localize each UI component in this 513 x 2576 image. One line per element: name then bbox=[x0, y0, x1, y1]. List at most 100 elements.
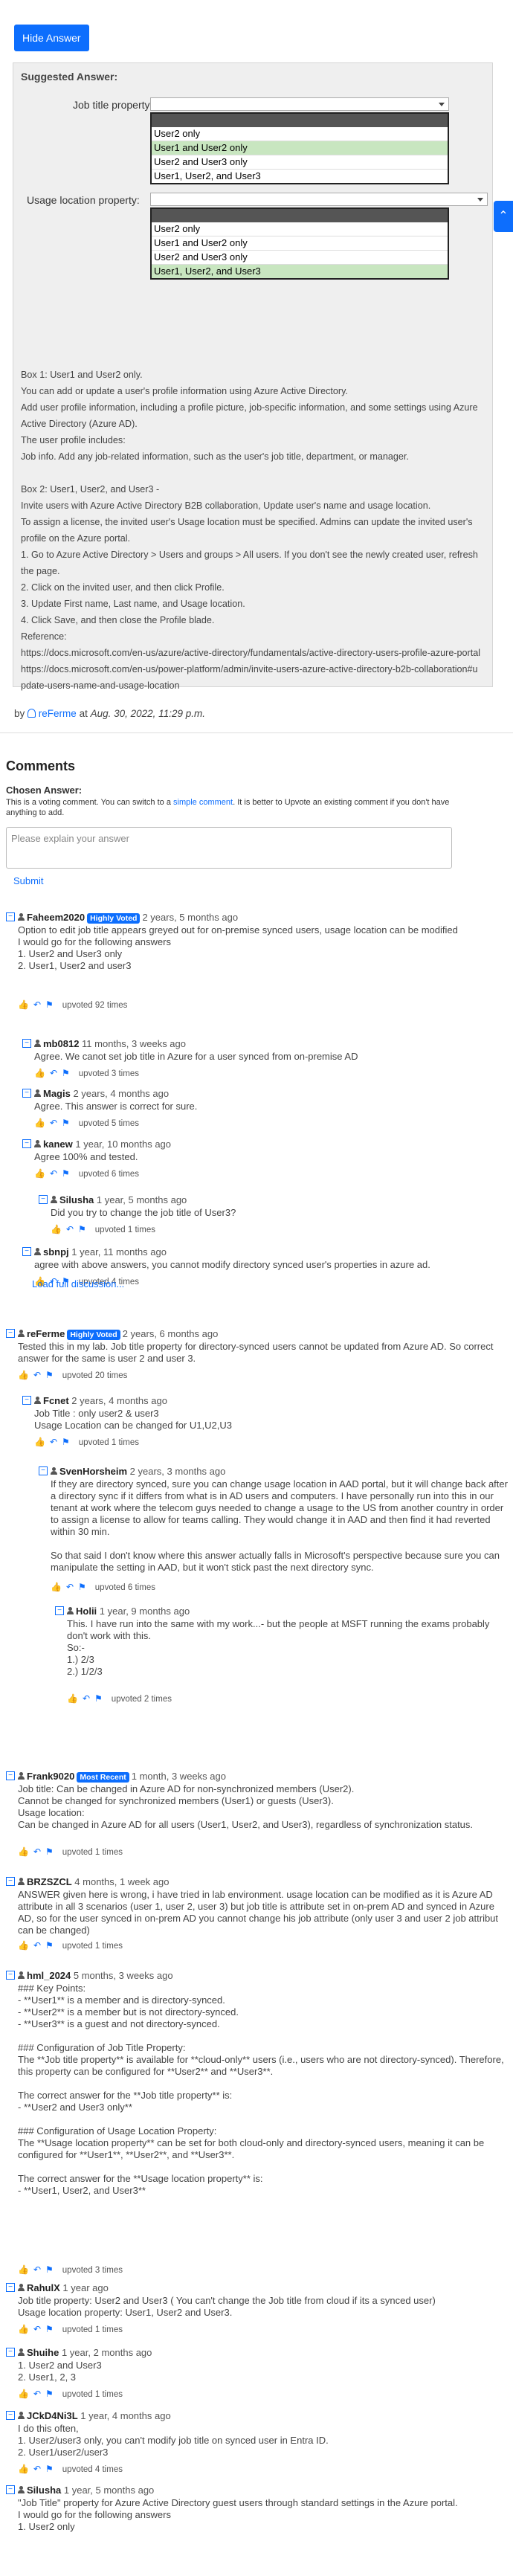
thumbs-up-icon[interactable]: 👍 bbox=[34, 1067, 45, 1080]
comment-text: "Job Title" property for Azure Active Di… bbox=[18, 2497, 458, 2532]
job-title-option[interactable]: User2 and User3 only bbox=[152, 155, 448, 170]
job-title-select[interactable] bbox=[150, 97, 449, 111]
reply-icon[interactable]: ↶ bbox=[33, 2463, 41, 2476]
flag-icon[interactable]: ⚑ bbox=[62, 1436, 70, 1449]
collapse-toggle-icon[interactable]: − bbox=[22, 1039, 31, 1048]
submit-button[interactable]: Submit bbox=[13, 875, 43, 889]
comment-username[interactable]: RahulX bbox=[27, 2282, 60, 2293]
comment-username[interactable]: Shuihe bbox=[27, 2347, 59, 2358]
author-link[interactable]: reFerme bbox=[39, 708, 77, 719]
collapse-toggle-icon[interactable]: − bbox=[6, 1877, 15, 1886]
collapse-toggle-icon[interactable]: − bbox=[22, 1396, 31, 1405]
comment-username[interactable]: Silusha bbox=[59, 1194, 94, 1205]
thumbs-up-icon[interactable]: 👍 bbox=[51, 1223, 62, 1236]
comment-username[interactable]: JCkD4Ni3L bbox=[27, 2410, 78, 2421]
reference-links[interactable]: https://docs.microsoft.com/en-us/azure/a… bbox=[21, 645, 482, 694]
reply-icon[interactable]: ↶ bbox=[66, 1581, 74, 1594]
flag-icon[interactable]: ⚑ bbox=[45, 1939, 54, 1952]
comment-username[interactable]: Silusha bbox=[27, 2485, 61, 2496]
reply-icon[interactable]: ↶ bbox=[33, 2388, 41, 2400]
usage-location-option-selected[interactable]: User1, User2, and User3 bbox=[152, 265, 448, 278]
collapse-toggle-icon[interactable]: − bbox=[6, 1771, 15, 1780]
collapse-toggle-icon[interactable]: − bbox=[6, 1329, 15, 1338]
comment-username[interactable]: kanew bbox=[43, 1139, 73, 1150]
comment-header: sbnpj 1 year, 11 months ago bbox=[34, 1246, 167, 1260]
load-full-discussion-link[interactable]: Load full discussion... bbox=[32, 1278, 124, 1292]
hide-answer-button[interactable]: Hide Answer bbox=[14, 25, 89, 51]
scroll-to-top-button[interactable]: ⌃ bbox=[494, 201, 513, 232]
collapse-toggle-icon[interactable]: − bbox=[22, 1139, 31, 1148]
flag-icon[interactable]: ⚑ bbox=[78, 1581, 86, 1594]
collapse-toggle-icon[interactable]: − bbox=[22, 1089, 31, 1098]
comment-username[interactable]: Frank9020 bbox=[27, 1771, 74, 1782]
reply-icon[interactable]: ↶ bbox=[33, 1369, 41, 1382]
flag-icon[interactable]: ⚑ bbox=[45, 2264, 54, 2276]
flag-icon[interactable]: ⚑ bbox=[45, 2463, 54, 2476]
comment-username[interactable]: Fcnet bbox=[43, 1395, 69, 1406]
flag-icon[interactable]: ⚑ bbox=[62, 1117, 70, 1130]
thumbs-up-icon[interactable]: 👍 bbox=[34, 1436, 45, 1449]
comment-username[interactable]: hml_2024 bbox=[27, 1970, 71, 1981]
flag-icon[interactable]: ⚑ bbox=[62, 1067, 70, 1080]
thumbs-up-icon[interactable]: 👍 bbox=[18, 2388, 29, 2400]
flag-icon[interactable]: ⚑ bbox=[78, 1223, 86, 1236]
reply-icon[interactable]: ↶ bbox=[50, 1436, 57, 1449]
comment-username[interactable]: Holii bbox=[76, 1606, 97, 1617]
flag-icon[interactable]: ⚑ bbox=[45, 999, 54, 1011]
collapse-toggle-icon[interactable]: − bbox=[39, 1466, 48, 1475]
collapse-toggle-icon[interactable]: − bbox=[6, 2411, 15, 2420]
collapse-toggle-icon[interactable]: − bbox=[6, 2283, 15, 2292]
flag-icon[interactable]: ⚑ bbox=[45, 1369, 54, 1382]
usage-location-option[interactable]: User2 only bbox=[152, 222, 448, 236]
usage-location-option[interactable]: User2 and User3 only bbox=[152, 251, 448, 265]
thumbs-up-icon[interactable]: 👍 bbox=[18, 999, 29, 1011]
reply-icon[interactable]: ↶ bbox=[50, 1067, 57, 1080]
thumbs-up-icon[interactable]: 👍 bbox=[18, 1369, 29, 1382]
thumbs-up-icon[interactable]: 👍 bbox=[18, 2264, 29, 2276]
simple-comment-link[interactable]: simple comment bbox=[173, 798, 233, 807]
usage-location-option[interactable]: User1 and User2 only bbox=[152, 236, 448, 251]
comment-username[interactable]: SvenHorsheim bbox=[59, 1466, 127, 1477]
flag-icon[interactable]: ⚑ bbox=[62, 1168, 70, 1180]
flag-icon[interactable]: ⚑ bbox=[45, 1846, 54, 1858]
reply-icon[interactable]: ↶ bbox=[33, 999, 41, 1011]
reply-icon[interactable]: ↶ bbox=[50, 1117, 57, 1130]
collapse-toggle-icon[interactable]: − bbox=[6, 2485, 15, 2494]
collapse-toggle-icon[interactable]: − bbox=[39, 1195, 48, 1204]
comment-username[interactable]: reFerme bbox=[27, 1328, 65, 1339]
thumbs-up-icon[interactable]: 👍 bbox=[18, 2323, 29, 2336]
comment-actions: 👍 ↶ ⚑ upvoted 5 times bbox=[34, 1117, 139, 1130]
thumbs-up-icon[interactable]: 👍 bbox=[51, 1581, 62, 1594]
thumbs-up-icon[interactable]: 👍 bbox=[67, 1693, 78, 1705]
flag-icon[interactable]: ⚑ bbox=[45, 2388, 54, 2400]
thumbs-up-icon[interactable]: 👍 bbox=[18, 2463, 29, 2476]
comment-username[interactable]: BRZSZCL bbox=[27, 1876, 72, 1887]
reply-icon[interactable]: ↶ bbox=[66, 1223, 74, 1236]
thumbs-up-icon[interactable]: 👍 bbox=[34, 1117, 45, 1130]
collapse-toggle-icon[interactable]: − bbox=[55, 1606, 64, 1615]
flag-icon[interactable]: ⚑ bbox=[45, 2323, 54, 2336]
job-title-option[interactable]: User2 only bbox=[152, 127, 448, 141]
reply-icon[interactable]: ↶ bbox=[33, 2264, 41, 2276]
job-title-option[interactable]: User1, User2, and User3 bbox=[152, 170, 448, 183]
collapse-toggle-icon[interactable]: − bbox=[6, 1971, 15, 1980]
usage-location-select[interactable] bbox=[150, 193, 488, 206]
reply-icon[interactable]: ↶ bbox=[33, 2323, 41, 2336]
collapse-toggle-icon[interactable]: − bbox=[22, 1247, 31, 1256]
reply-icon[interactable]: ↶ bbox=[83, 1693, 90, 1705]
collapse-toggle-icon[interactable]: − bbox=[6, 912, 15, 921]
comment-username[interactable]: sbnpj bbox=[43, 1246, 69, 1258]
flag-icon[interactable]: ⚑ bbox=[94, 1693, 103, 1705]
thumbs-up-icon[interactable]: 👍 bbox=[18, 1939, 29, 1952]
thumbs-up-icon[interactable]: 👍 bbox=[18, 1846, 29, 1858]
comment-username[interactable]: Faheem2020 bbox=[27, 912, 85, 923]
thumbs-up-icon[interactable]: 👍 bbox=[34, 1168, 45, 1180]
reply-icon[interactable]: ↶ bbox=[33, 1846, 41, 1858]
comment-username[interactable]: Magis bbox=[43, 1088, 71, 1099]
reply-icon[interactable]: ↶ bbox=[33, 1939, 41, 1952]
collapse-toggle-icon[interactable]: − bbox=[6, 2348, 15, 2357]
comment-username[interactable]: mb0812 bbox=[43, 1038, 79, 1049]
job-title-option-selected[interactable]: User1 and User2 only bbox=[152, 141, 448, 155]
reply-icon[interactable]: ↶ bbox=[50, 1168, 57, 1180]
answer-explain-textarea[interactable]: Please explain your answer bbox=[6, 827, 452, 869]
